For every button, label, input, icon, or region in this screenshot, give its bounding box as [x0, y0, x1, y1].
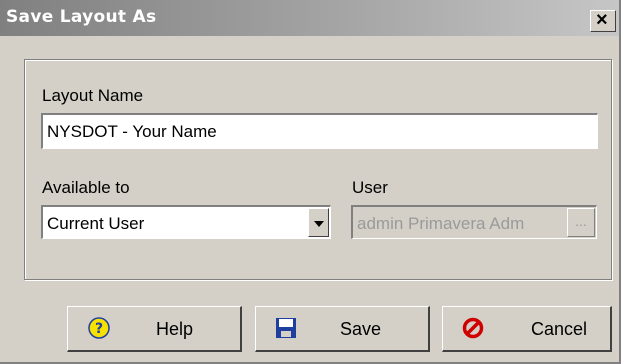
save-label: Save: [340, 319, 382, 339]
user-field: admin Primavera Adm ...: [351, 205, 597, 239]
cancel-label: Cancel: [531, 319, 588, 339]
layout-name-label: Layout Name: [42, 86, 144, 105]
help-icon: ?: [88, 317, 110, 339]
floppy-disk-icon: [276, 318, 296, 338]
layout-name-input[interactable]: NYSDOT - Your Name: [41, 113, 598, 149]
cancel-icon: [462, 317, 484, 339]
dialog-title: Save Layout As: [6, 7, 157, 27]
close-icon: ×: [596, 9, 608, 31]
save-layout-dialog: Save Layout As × Layout Name NYSDOT - Yo…: [0, 0, 621, 364]
layout-name-value: NYSDOT - Your Name: [47, 122, 217, 141]
cancel-button[interactable]: Cancel: [442, 306, 612, 352]
save-button[interactable]: Save: [255, 306, 430, 352]
close-button[interactable]: ×: [590, 9, 616, 32]
available-to-label: Available to: [42, 178, 130, 197]
help-button[interactable]: ? Help: [67, 306, 242, 352]
available-to-select[interactable]: Current User: [41, 205, 331, 239]
svg-text:?: ?: [95, 321, 103, 337]
help-label: Help: [156, 319, 194, 339]
available-to-value: Current User: [47, 214, 145, 233]
user-browse-button: ...: [567, 208, 595, 237]
chevron-down-icon[interactable]: [308, 208, 329, 237]
user-label: User: [352, 178, 388, 197]
title-bar[interactable]: Save Layout As ×: [0, 0, 619, 36]
user-value: admin Primavera Adm: [357, 214, 525, 233]
